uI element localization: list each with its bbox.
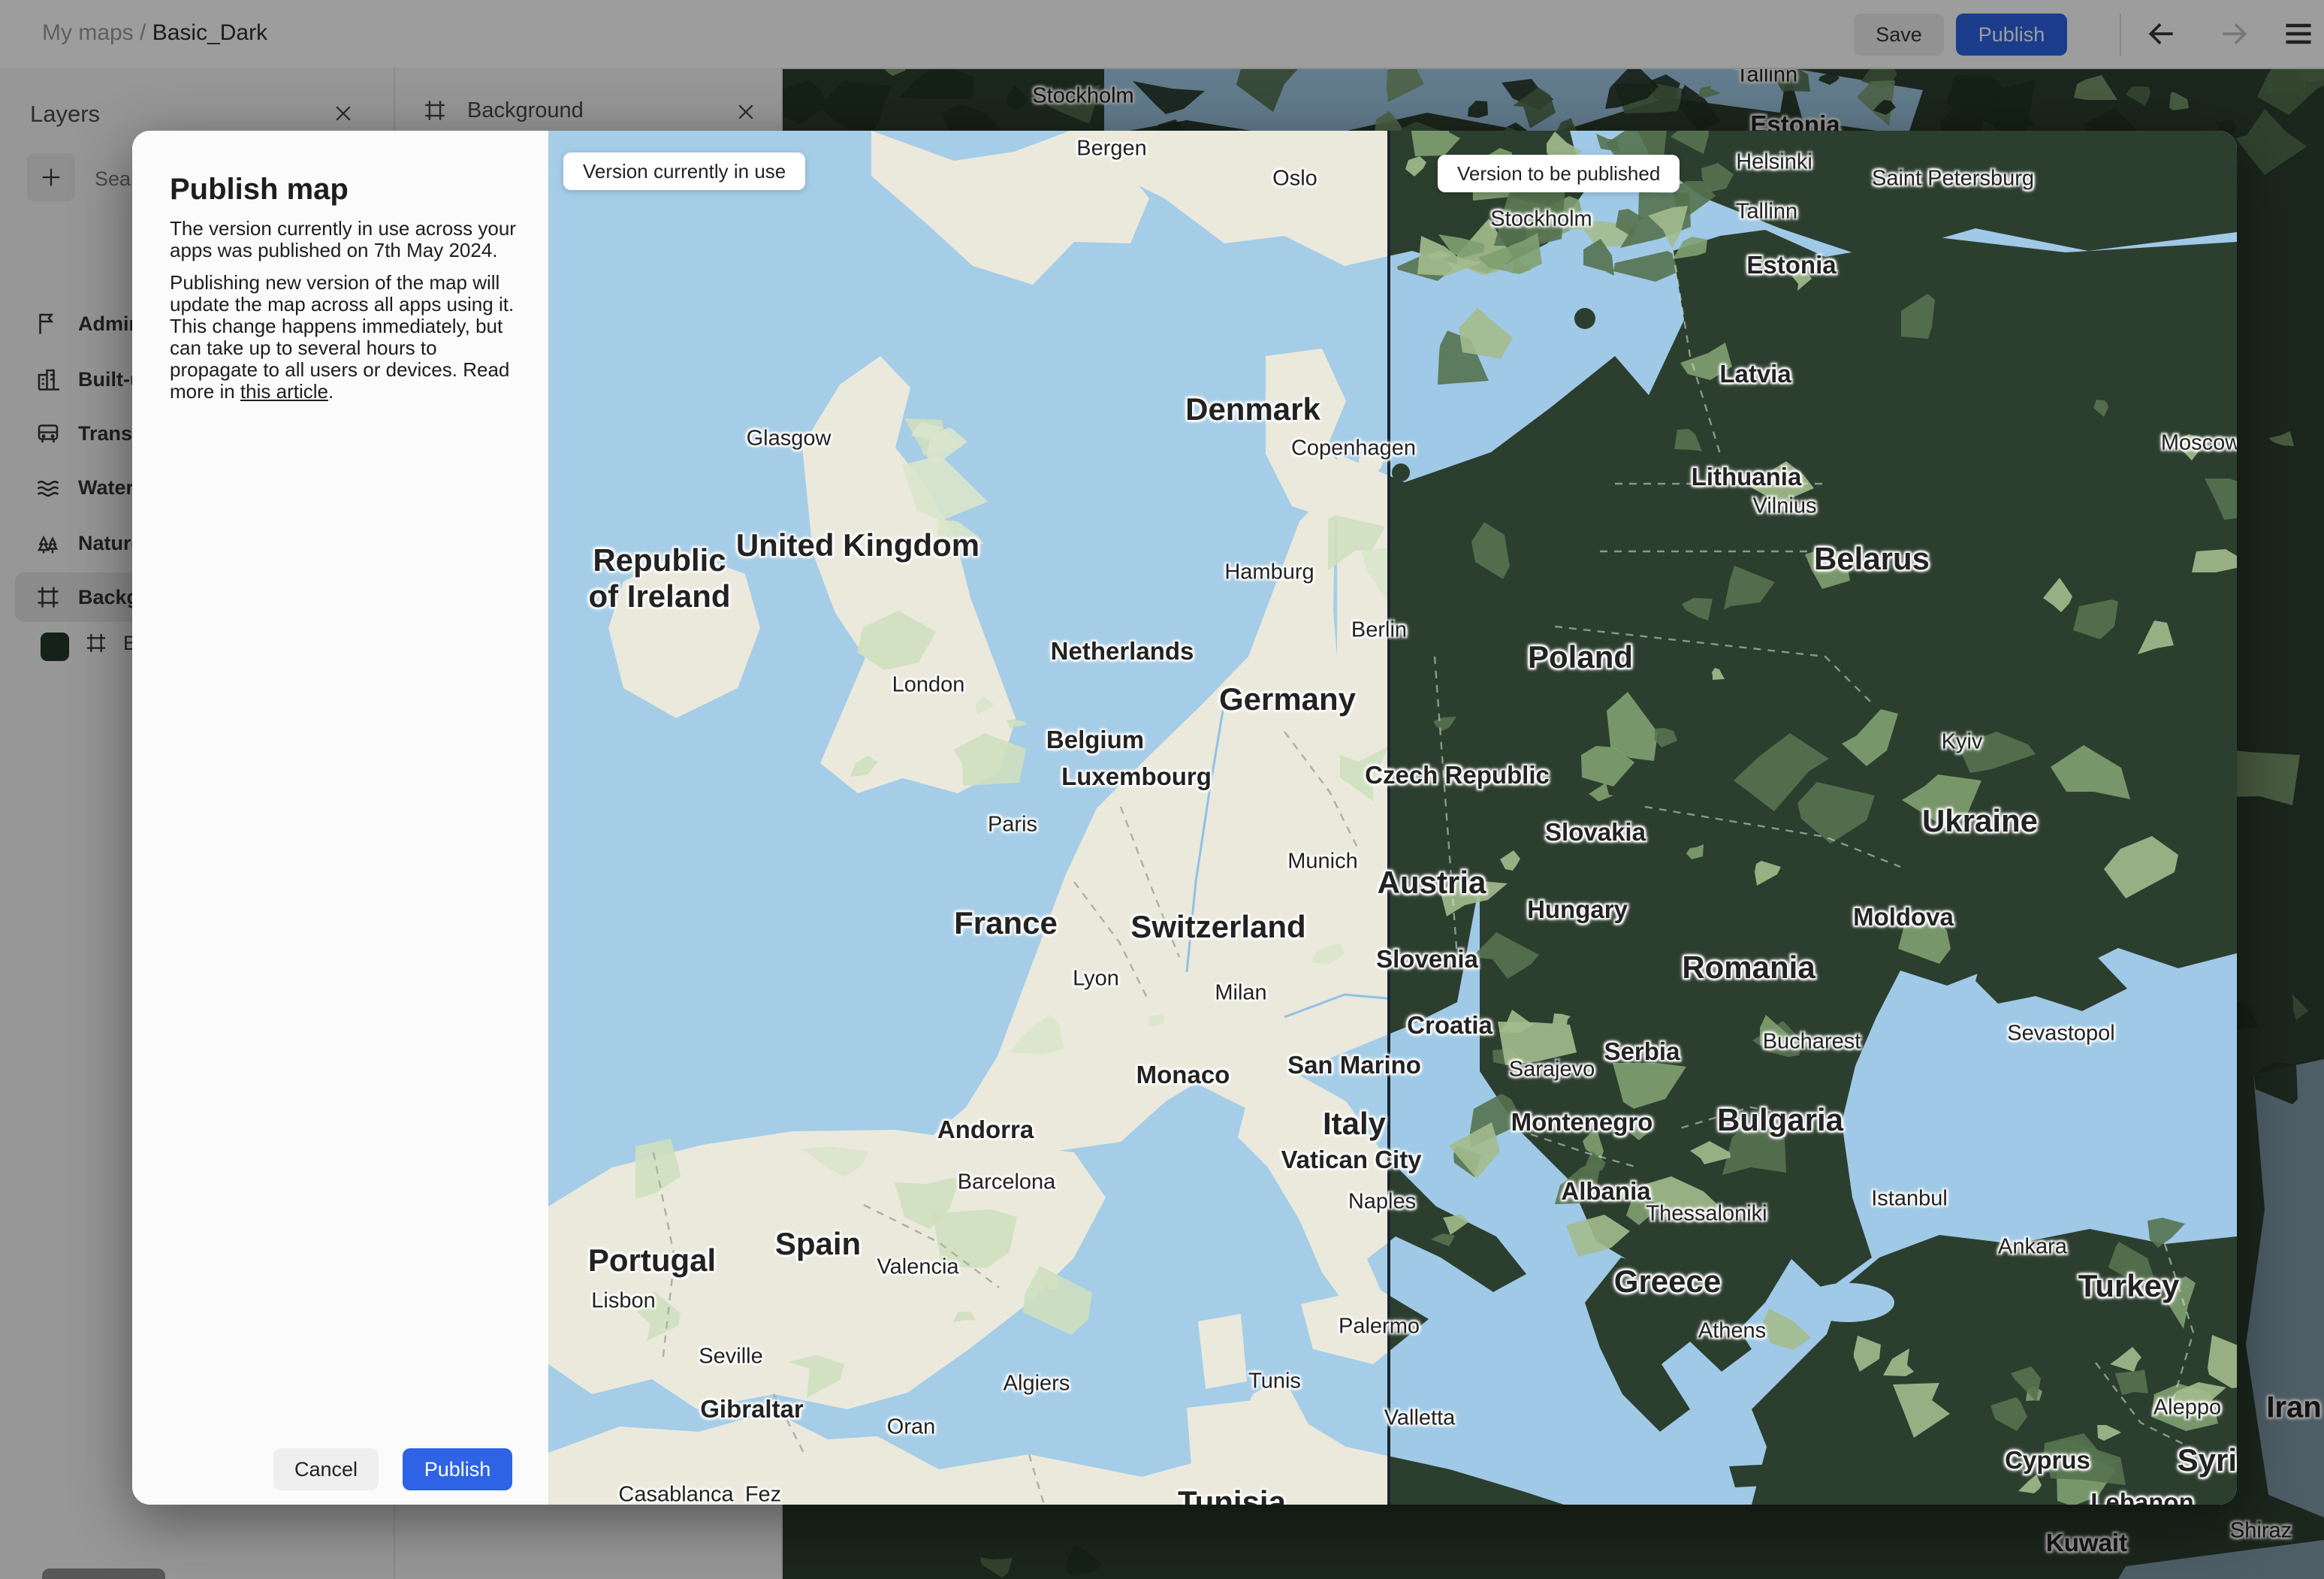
cancel-button-label: Cancel bbox=[294, 1457, 358, 1481]
dialog-title: Publish map bbox=[170, 173, 349, 206]
version-compare-map[interactable]: Bergen Oslo Glasgow United Kingdom Republic … bbox=[548, 131, 2237, 1505]
dialog-paragraph-2: Publishing new version of the map will u… bbox=[170, 272, 517, 403]
app-root: Stockholm Tallinn Estonia Iran Shiraz Kuwait … bbox=[0, 0, 2324, 1579]
dialog-paragraph-2-text: Publishing new version of the map will u… bbox=[170, 271, 515, 403]
current-version-chip-label: Version currently in use bbox=[583, 159, 786, 183]
publish-dialog: Publish map The version currently in use… bbox=[132, 131, 548, 1505]
dialog-paragraph-1: The version currently in use across your… bbox=[170, 217, 516, 261]
dialog-paragraph-2-period: . bbox=[327, 380, 334, 403]
publish-map-modal: Publish map The version currently in use… bbox=[132, 131, 2237, 1505]
new-version-chip-label: Version to be published bbox=[1457, 162, 1661, 185]
compare-split-line bbox=[1387, 131, 1390, 1505]
new-version-chip: Version to be published bbox=[1438, 155, 1680, 192]
publish-button[interactable]: Publish bbox=[403, 1448, 512, 1490]
publish-button-label: Publish bbox=[424, 1457, 491, 1481]
cancel-button[interactable]: Cancel bbox=[273, 1448, 379, 1490]
current-version-chip: Version currently in use bbox=[563, 152, 806, 190]
this-article-link[interactable]: this article bbox=[240, 380, 328, 403]
